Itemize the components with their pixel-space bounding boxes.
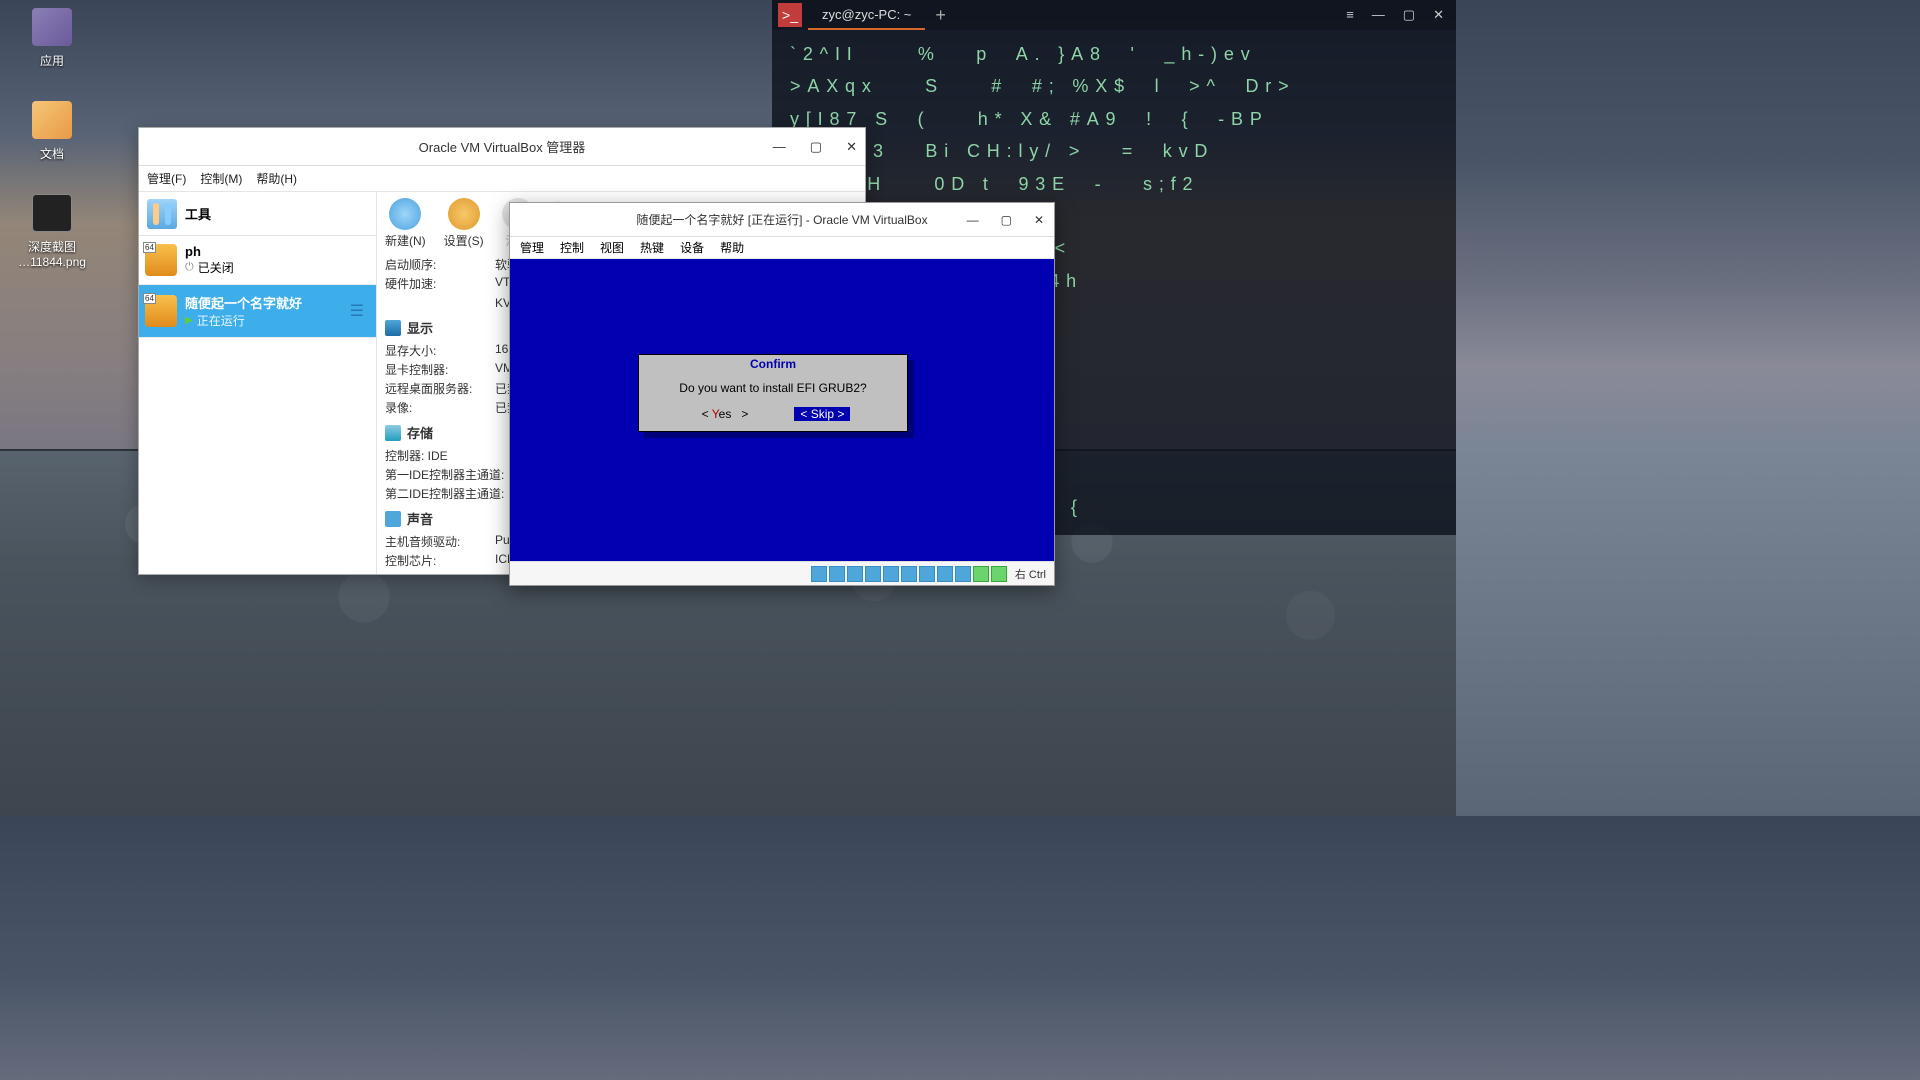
close-icon[interactable]: ✕	[1433, 7, 1444, 23]
close-icon[interactable]: ✕	[1034, 213, 1044, 227]
dialog-yes-button[interactable]: < Yes >	[696, 407, 755, 421]
hdd-icon[interactable]	[811, 566, 827, 582]
audio-icon	[385, 511, 401, 527]
menu-view[interactable]: 视图	[600, 239, 624, 256]
maximize-icon[interactable]: ▢	[1403, 7, 1415, 23]
toolbar-settings[interactable]: 设置(S)	[444, 198, 484, 249]
new-icon	[389, 198, 421, 230]
minimize-icon[interactable]: —	[773, 139, 786, 155]
maximize-icon[interactable]: ▢	[1001, 213, 1012, 227]
minimize-icon[interactable]: —	[1372, 7, 1385, 23]
cd-icon[interactable]	[829, 566, 845, 582]
vm-running-window[interactable]: 随便起一个名字就好 [正在运行] - Oracle VM VirtualBox …	[509, 202, 1055, 586]
cpu-icon[interactable]	[937, 566, 953, 582]
vm-name: 随便起一个名字就好	[185, 293, 302, 312]
terminal-titlebar[interactable]: >_ zyc@zyc-PC: ~ + ≡ — ▢ ✕	[772, 0, 1456, 30]
vm-item-selected[interactable]: 随便起一个名字就好 正在运行 ☰	[139, 285, 376, 338]
menu-input[interactable]: 热键	[640, 239, 664, 256]
vbm-title-text: Oracle VM VirtualBox 管理器	[419, 137, 586, 156]
tools-icon	[147, 199, 177, 229]
desktop-icon-applications[interactable]: 应用	[12, 8, 92, 69]
vm-item-ph[interactable]: ph 已关闭	[139, 236, 376, 285]
maximize-icon[interactable]: ▢	[810, 139, 822, 155]
settings-icon	[448, 198, 480, 230]
menu-file[interactable]: 管理(F)	[147, 170, 186, 187]
apps-icon	[32, 8, 72, 46]
net-icon[interactable]	[865, 566, 881, 582]
screenshot-icon	[32, 194, 72, 232]
vm-name: ph	[185, 244, 234, 259]
mouse-icon[interactable]	[955, 566, 971, 582]
close-icon[interactable]: ✕	[846, 139, 857, 155]
confirm-dialog: Confirm Do you want to install EFI GRUB2…	[638, 354, 908, 432]
rec-icon[interactable]	[919, 566, 935, 582]
menu-machine[interactable]: 控制(M)	[200, 170, 242, 187]
menu-control[interactable]: 控制	[560, 239, 584, 256]
dialog-skip-button[interactable]: < Skip >	[794, 407, 850, 421]
terminal-new-tab[interactable]: +	[935, 5, 946, 26]
vbm-menubar[interactable]: 管理(F) 控制(M) 帮助(H)	[139, 166, 865, 192]
display-icon	[385, 320, 401, 336]
toolbar-new[interactable]: 新建(N)	[385, 198, 426, 249]
tools-label: 工具	[185, 204, 211, 223]
dialog-message: Do you want to install EFI GRUB2?	[639, 373, 907, 399]
details-icon[interactable]: ☰	[350, 301, 364, 321]
vmw-title-text: 随便起一个名字就好 [正在运行] - Oracle VM VirtualBox	[636, 211, 927, 228]
display-icon[interactable]	[901, 566, 917, 582]
documents-icon	[32, 101, 72, 139]
clipboard-icon[interactable]	[991, 566, 1007, 582]
vm-display[interactable]: Confirm Do you want to install EFI GRUB2…	[510, 259, 1054, 561]
vm-statusbar: 右 Ctrl	[510, 561, 1054, 585]
terminal-icon: >_	[778, 3, 802, 27]
desktop-icon-documents[interactable]: 文档	[12, 101, 92, 162]
vbm-tools-item[interactable]: 工具	[139, 192, 376, 236]
vbm-sidebar: 工具 ph 已关闭 随便起一个名字就好 正在运行 ☰	[139, 192, 377, 574]
terminal-menu-icon[interactable]: ≡	[1346, 7, 1354, 23]
menu-help[interactable]: 帮助(H)	[256, 170, 297, 187]
terminal-tab[interactable]: zyc@zyc-PC: ~	[808, 1, 925, 30]
vbm-titlebar[interactable]: Oracle VM VirtualBox 管理器 — ▢ ✕	[139, 128, 865, 166]
menu-manage[interactable]: 管理	[520, 239, 544, 256]
keyboard-icon[interactable]	[973, 566, 989, 582]
host-key: 右 Ctrl	[1015, 566, 1046, 582]
vm-status: 正在运行	[185, 312, 302, 329]
vm-status: 已关闭	[185, 259, 234, 276]
vm-os-icon	[145, 244, 177, 276]
vm-os-icon	[145, 295, 177, 327]
menu-help[interactable]: 帮助	[720, 239, 744, 256]
vmw-menubar[interactable]: 管理 控制 视图 热键 设备 帮助	[510, 237, 1054, 259]
vmw-titlebar[interactable]: 随便起一个名字就好 [正在运行] - Oracle VM VirtualBox …	[510, 203, 1054, 237]
desktop-icon-label: 应用	[40, 52, 64, 69]
desktop-icon-label: 文档	[40, 145, 64, 162]
share-icon[interactable]	[883, 566, 899, 582]
menu-devices[interactable]: 设备	[680, 239, 704, 256]
minimize-icon[interactable]: —	[967, 213, 979, 227]
desktop-icon-label: 深度截图 …11844.png	[18, 238, 86, 269]
desktop-icon-screenshot[interactable]: 深度截图 …11844.png	[12, 194, 92, 269]
usb-icon[interactable]	[847, 566, 863, 582]
storage-icon	[385, 425, 401, 441]
dialog-title: Confirm	[639, 355, 907, 373]
